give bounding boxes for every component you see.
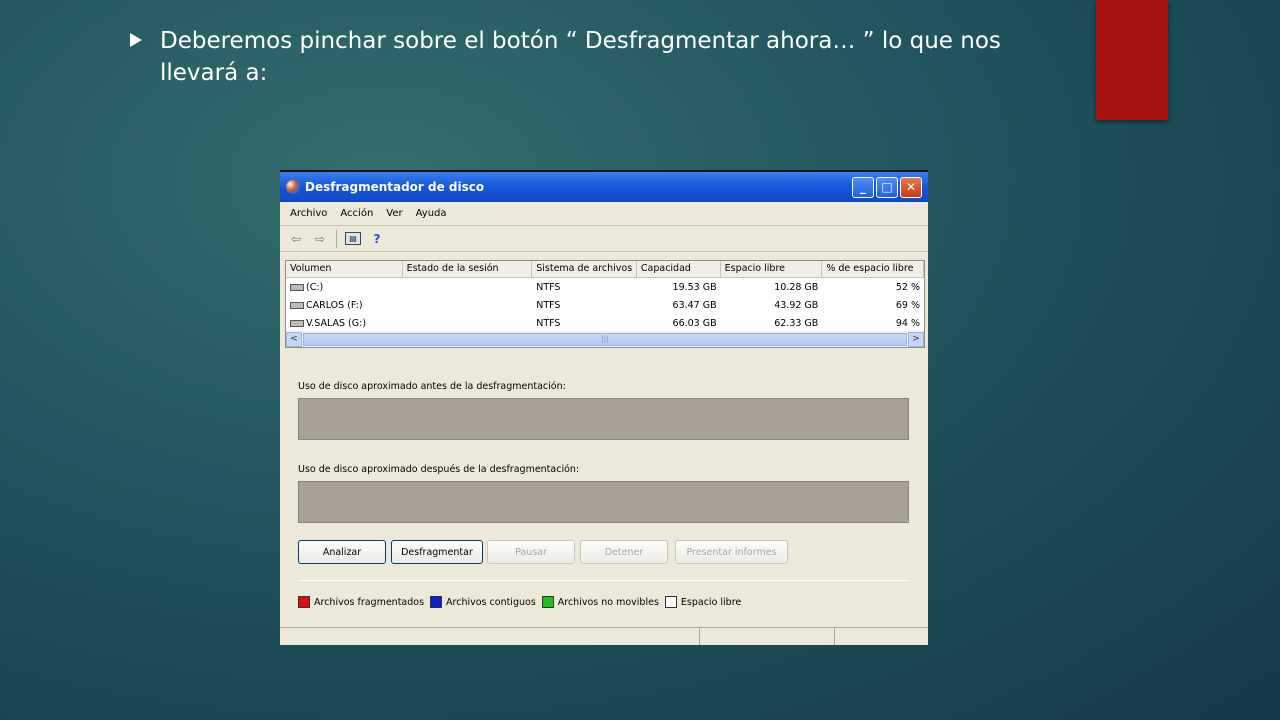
- scroll-right-icon[interactable]: >: [908, 331, 924, 347]
- before-usage-bar: [298, 398, 909, 440]
- unmovable-swatch: [541, 596, 554, 608]
- free-space: 43.92 GB: [774, 299, 819, 311]
- analyze-button[interactable]: Analizar: [298, 540, 386, 564]
- capacity: 19.53 GB: [672, 281, 717, 293]
- free-space: 10.28 GB: [774, 281, 819, 293]
- help-icon[interactable]: ?: [369, 231, 385, 247]
- table-row[interactable]: (C:) NTFS 19.53 GB 10.28 GB 52 %: [286, 278, 924, 296]
- status-pane: [835, 628, 928, 645]
- title-bar: Desfragmentador de disco _ □ ✕: [280, 170, 928, 202]
- legend-contiguous: Archivos contiguos: [446, 596, 536, 608]
- menu-accion[interactable]: Acción: [340, 208, 373, 219]
- capacity: 66.03 GB: [672, 317, 717, 329]
- after-usage-bar: [298, 481, 909, 523]
- before-label: Uso de disco aproximado antes de la desf…: [298, 381, 566, 392]
- free-pct: 69 %: [895, 299, 921, 311]
- report-button[interactable]: Presentar informes: [675, 540, 788, 564]
- toolbar: ⇦ ⇨ ▤ ?: [280, 226, 928, 252]
- volume-name: CARLOS (F:): [306, 299, 363, 311]
- minimize-button[interactable]: _: [852, 176, 874, 198]
- pause-button[interactable]: Pausar: [487, 540, 575, 564]
- status-bar: [280, 627, 928, 645]
- divider: [298, 580, 909, 581]
- col-volumen[interactable]: Volumen: [286, 261, 403, 277]
- capacity: 63.47 GB: [672, 299, 717, 311]
- legend: Archivos fragmentados Archivos contiguos…: [298, 596, 741, 608]
- filesystem: NTFS: [536, 317, 561, 329]
- back-arrow-icon[interactable]: ⇦: [288, 231, 304, 247]
- status-pane: [280, 628, 700, 645]
- defrag-app-icon: [286, 180, 300, 194]
- legend-unmovable: Archivos no movibles: [557, 596, 659, 608]
- toolbar-separator: [336, 229, 337, 248]
- slide-text: Deberemos pinchar sobre el botón “ Desfr…: [160, 28, 1001, 86]
- list-header: Volumen Estado de la sesión Sistema de a…: [286, 261, 925, 278]
- free-space-swatch: [664, 596, 677, 608]
- fragmented-swatch: [298, 596, 310, 608]
- col-capacidad[interactable]: Capacidad: [637, 261, 721, 277]
- maximize-button[interactable]: □: [876, 176, 898, 198]
- properties-icon[interactable]: ▤: [345, 232, 361, 245]
- col-pct-libre[interactable]: % de espacio libre: [822, 261, 925, 277]
- scroll-left-icon[interactable]: <: [286, 331, 302, 347]
- table-row[interactable]: CARLOS (F:) NTFS 63.47 GB 43.92 GB 69 %: [286, 296, 924, 314]
- drive-icon: [290, 283, 304, 291]
- scroll-thumb[interactable]: |||: [303, 332, 907, 346]
- menu-archivo[interactable]: Archivo: [290, 208, 327, 219]
- free-pct: 94 %: [895, 317, 921, 329]
- menu-ayuda[interactable]: Ayuda: [416, 208, 447, 219]
- contiguous-swatch: [430, 596, 443, 608]
- volume-list: Volumen Estado de la sesión Sistema de a…: [285, 260, 925, 348]
- bullet-arrow-icon: [130, 33, 142, 47]
- col-estado[interactable]: Estado de la sesión: [403, 261, 533, 277]
- free-pct: 52 %: [895, 281, 921, 293]
- after-label: Uso de disco aproximado después de la de…: [298, 464, 580, 475]
- volume-name: V.SALAS (G:): [306, 317, 367, 329]
- free-space: 62.33 GB: [774, 317, 819, 329]
- horizontal-scrollbar[interactable]: < ||| >: [286, 331, 924, 347]
- stop-button[interactable]: Detener: [580, 540, 668, 564]
- forward-arrow-icon[interactable]: ⇨: [312, 231, 328, 247]
- volume-name: (C:): [306, 281, 324, 293]
- window-title: Desfragmentador de disco: [305, 180, 485, 194]
- col-sistema[interactable]: Sistema de archivos: [532, 261, 637, 277]
- table-row[interactable]: V.SALAS (G:) NTFS 66.03 GB 62.33 GB 94 %: [286, 314, 924, 332]
- defrag-window: Desfragmentador de disco _ □ ✕ Archivo A…: [280, 170, 928, 645]
- filesystem: NTFS: [536, 281, 561, 293]
- drive-icon: [290, 301, 304, 309]
- drive-icon: [290, 319, 304, 327]
- filesystem: NTFS: [536, 299, 561, 311]
- status-pane: [700, 628, 835, 645]
- decorative-red-tab: [1096, 0, 1168, 120]
- legend-fragmented: Archivos fragmentados: [314, 596, 425, 608]
- menu-ver[interactable]: Ver: [386, 208, 402, 219]
- menu-bar: Archivo Acción Ver Ayuda: [280, 202, 928, 226]
- close-button[interactable]: ✕: [900, 176, 922, 198]
- defragment-button[interactable]: Desfragmentar: [391, 540, 483, 564]
- col-espacio-libre[interactable]: Espacio libre: [721, 261, 823, 277]
- legend-free: Espacio libre: [680, 596, 742, 608]
